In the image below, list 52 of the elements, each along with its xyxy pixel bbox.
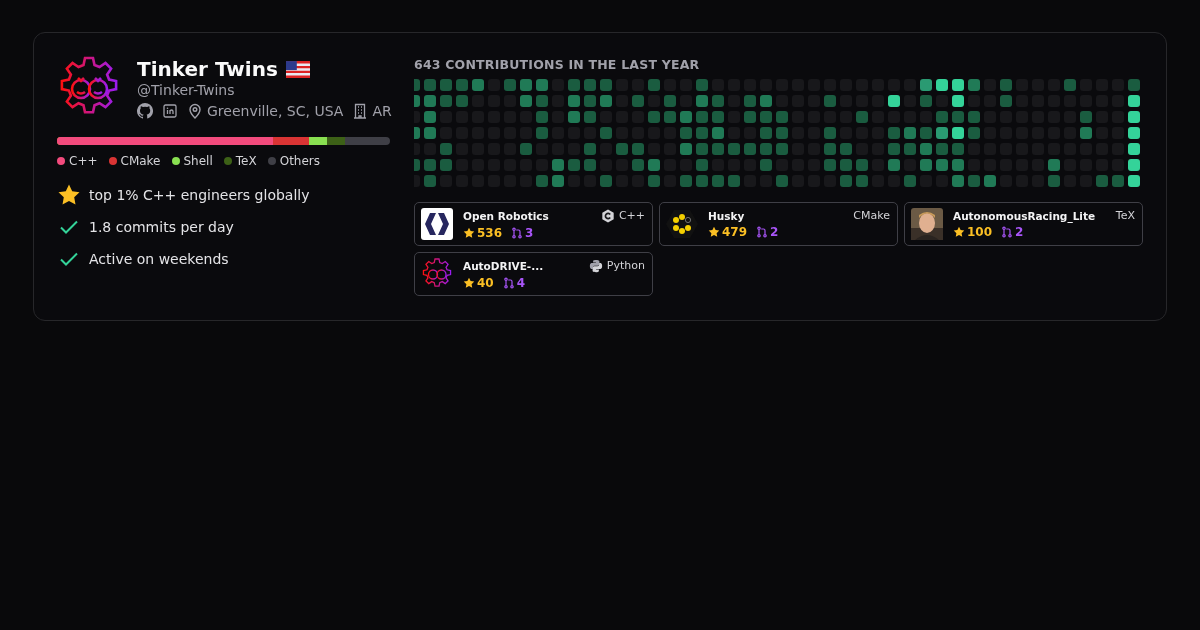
star-count: 40 bbox=[477, 275, 494, 290]
repo-language: TeX bbox=[1115, 209, 1135, 222]
pull-request-count: 3 bbox=[525, 225, 534, 240]
repo-name: AutoDRIVE-... bbox=[463, 259, 544, 272]
contributions-title: 643 CONTRIBUTIONS IN THE LAST YEAR bbox=[414, 57, 701, 72]
star-count: 536 bbox=[477, 225, 503, 240]
repo-card[interactable]: AutonomousRacing_Lite TeX 100 2 bbox=[904, 202, 1143, 246]
highlight-text: top 1% C++ engineers globally bbox=[89, 187, 310, 203]
location-pin-icon bbox=[187, 103, 203, 119]
highlight-text: Active on weekends bbox=[89, 251, 229, 267]
legend-label: Others bbox=[279, 154, 320, 168]
repo-language: C++ bbox=[618, 209, 645, 222]
repo-name: Husky bbox=[708, 209, 745, 222]
pull-request-count: 2 bbox=[770, 225, 779, 239]
repo-language: Python bbox=[606, 259, 645, 272]
repo-card[interactable]: Husky CMake 479 2 bbox=[659, 202, 898, 246]
repo-card[interactable]: AutoDRIVE-... Python 40 4 bbox=[414, 252, 653, 296]
profile-handle: @Tinker-Twins bbox=[137, 82, 236, 98]
repo-name: AutonomousRacing_Lite bbox=[953, 209, 1096, 222]
repo-name: Open Robotics bbox=[463, 209, 549, 222]
star-icon bbox=[953, 226, 965, 238]
location-text: Greenville, SC, USA bbox=[207, 103, 344, 119]
pull-request-icon bbox=[511, 226, 524, 239]
pull-request-count: 4 bbox=[516, 275, 526, 290]
legend-label: C++ bbox=[69, 154, 98, 168]
github-icon[interactable] bbox=[137, 103, 153, 119]
company-text: AR bbox=[372, 103, 392, 119]
repo-logo-icon bbox=[421, 258, 453, 290]
profile-name: Tinker Twins bbox=[137, 57, 278, 81]
repo-language: CMake bbox=[853, 209, 890, 222]
linkedin-icon[interactable] bbox=[163, 104, 177, 118]
repo-logo-icon bbox=[666, 208, 698, 240]
pull-request-icon bbox=[502, 276, 515, 289]
legend-label: TeX bbox=[235, 154, 257, 168]
legend-label: Shell bbox=[183, 154, 213, 168]
repo-logo-icon bbox=[421, 208, 453, 240]
star-icon bbox=[463, 226, 475, 239]
building-icon bbox=[352, 103, 369, 119]
star-icon bbox=[57, 183, 81, 207]
star-count: 479 bbox=[722, 225, 748, 239]
star-count: 100 bbox=[967, 225, 993, 239]
star-icon bbox=[708, 226, 720, 238]
pull-request-count: 2 bbox=[1015, 225, 1024, 239]
legend-label: CMake bbox=[120, 154, 161, 168]
highlight-text: 1.8 commits per day bbox=[89, 219, 234, 235]
flag-icon bbox=[285, 60, 310, 78]
cpp-logo-icon bbox=[600, 208, 615, 223]
pull-request-icon bbox=[1001, 226, 1014, 238]
repo-card[interactable]: Open Robotics C++ 536 3 bbox=[414, 202, 653, 246]
star-icon bbox=[463, 276, 475, 289]
pull-request-icon bbox=[756, 226, 769, 238]
python-logo-icon bbox=[588, 258, 603, 273]
